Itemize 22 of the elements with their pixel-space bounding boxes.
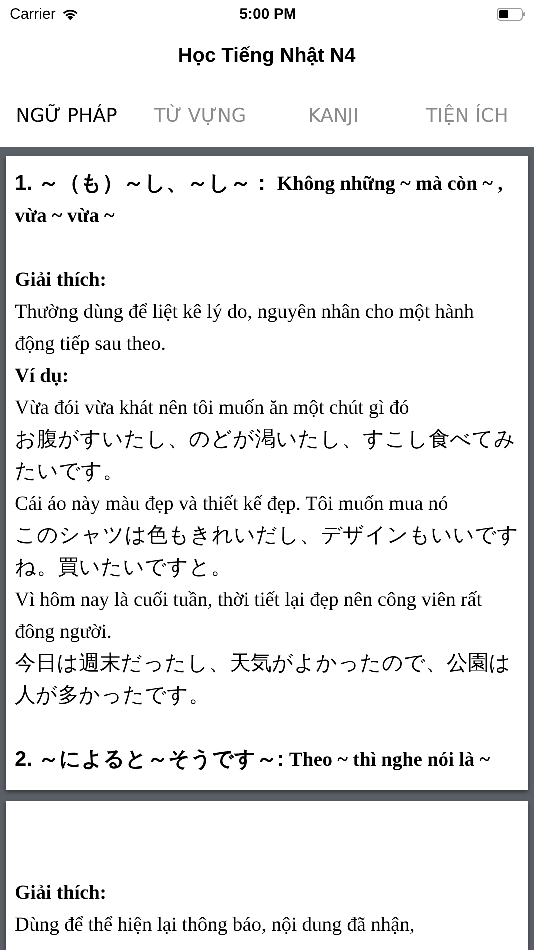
- japanese-example: お腹がすいたし、のどが渇いたし、すこし食べてみたいです。: [15, 427, 517, 485]
- grammar-heading: 2. ～によると～そうです～: Theo ~ thì nghe nói là ~: [15, 747, 492, 773]
- section-label: Ví dụ:: [15, 364, 70, 389]
- body-text: Thường dùng để liệt kê lý do, nguyên nhân cho một hành động tiếp sau theo.: [15, 300, 476, 357]
- screen-title: Học Tiếng Nhật N4: [178, 44, 356, 68]
- battery-icon: [496, 8, 526, 20]
- body-text: Vì hôm nay là cuối tuần, thời tiết lại đẹp nên công viên rất đông người.: [15, 588, 484, 645]
- body-text: Vừa đói vừa khát nên tôi muốn ăn một chút gì đó: [15, 396, 410, 421]
- tab[interactable]: TỪ VỰNG: [134, 104, 267, 126]
- clock-time: 5:00 PM: [240, 6, 296, 22]
- carrier-label: Carrier: [10, 6, 56, 22]
- body-text: Dùng để thể hiện lại thông báo, nội dung đã nhận,: [15, 913, 416, 938]
- body-text: Cái áo này màu đẹp và thiết kế đẹp. Tôi muốn mua nó: [15, 492, 450, 517]
- tab[interactable]: KANJI: [267, 104, 400, 126]
- section-label: Giải thích:: [15, 268, 108, 293]
- tab[interactable]: NGỮ PHÁP: [0, 104, 134, 126]
- grammar-heading: 1. ～（も）～し、～し～： Không những ~ mà còn ~ , vừa ~ vừa ~: [15, 171, 504, 229]
- japanese-example: 今日は週末だったし、天気がよかったので、公園は人が多かったです。: [15, 651, 512, 709]
- section-label: Giải thích:: [15, 881, 108, 906]
- wifi-icon: [62, 8, 79, 20]
- japanese-example: このシャツは色もきれいだし、デザインもいいですね。買いたいですと。: [15, 523, 519, 581]
- tab[interactable]: TIỆN ÍCH: [400, 104, 534, 126]
